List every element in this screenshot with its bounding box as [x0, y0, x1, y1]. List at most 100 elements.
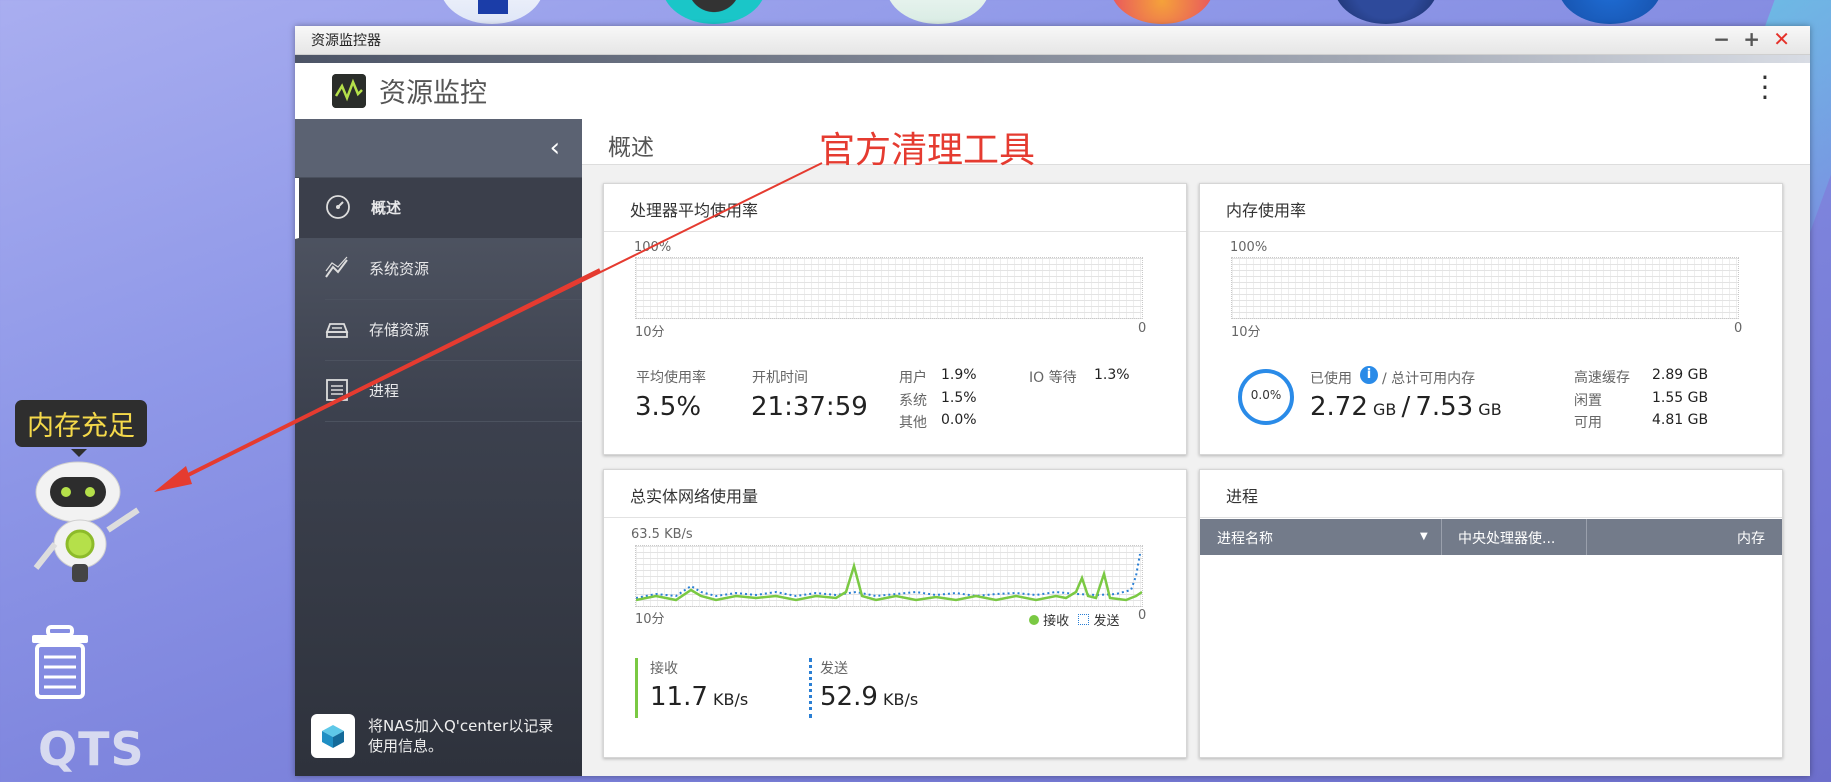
sort-arrow-icon[interactable]: ▼ [1420, 531, 1428, 542]
network-usage-panel: 总实体网络使用量 63.5 KB/s 10分 0 接收 发送 接收 11.7 K… [603, 469, 1187, 758]
avg-usage-label: 平均使用率 [636, 370, 706, 386]
chart-x-right-label: 0 [1138, 608, 1147, 623]
send-value: 52.9 [820, 682, 878, 712]
panel-title: 内存使用率 [1226, 201, 1307, 220]
app-title: 资源监控 [379, 78, 487, 109]
receive-value: 11.7 [650, 682, 708, 712]
collapse-sidebar-icon[interactable]: ‹ [550, 133, 560, 163]
sidebar-item-label: 系统资源 [369, 260, 430, 278]
receive-legend-label: 接收 [1043, 614, 1070, 629]
panel-header: 处理器平均使用率 [604, 184, 1186, 232]
panel-header: 进程 [1200, 470, 1782, 518]
main-header: 概述 官方清理工具 [582, 119, 1810, 171]
app-icon-2[interactable] [662, 0, 766, 24]
sidebar-item-label: 进程 [369, 382, 400, 400]
used-unit: GB [1372, 400, 1397, 419]
chart-y-top-label: 100% [1230, 240, 1268, 255]
chart-x-left-label: 10分 [635, 612, 665, 627]
sidebar-item-label: 概述 [371, 199, 402, 217]
send-legend-dot [1078, 614, 1090, 625]
io-wait-label: IO 等待 [1029, 370, 1077, 386]
cache-label: 高速缓存 [1574, 370, 1630, 386]
send-label: 发送 [820, 661, 848, 677]
network-chart [635, 545, 1143, 607]
chart-x-left-label: 10分 [635, 325, 665, 340]
trash-icon[interactable] [30, 625, 90, 700]
close-button[interactable]: ✕ [1773, 28, 1790, 50]
sidebar-item-overview[interactable]: 概述 [295, 178, 582, 239]
sidebar: ‹ 概述 系统资源 存储资源 进程 将NAS加入Q'center以记录使用信息。 [295, 119, 582, 776]
network-traffic-lines [636, 553, 1142, 602]
qcenter-text: 将NAS加入Q'center以记录使用信息。 [368, 717, 554, 755]
gauge-icon [326, 195, 350, 219]
send-bar [809, 658, 812, 718]
app-icon-3[interactable] [886, 0, 990, 24]
minimize-button[interactable]: − [1713, 28, 1730, 50]
chart-y-top-label: 63.5 KB/s [631, 527, 693, 542]
panel-title: 进程 [1226, 487, 1259, 506]
info-icon[interactable]: i [1360, 366, 1378, 384]
app-icon-1[interactable] [440, 0, 544, 24]
receive-legend-dot [1029, 615, 1039, 625]
window-titlebar[interactable]: 资源监控器 − + ✕ [295, 26, 1810, 55]
receive-value-group: 11.7 KB/s [650, 682, 748, 712]
panel-title: 总实体网络使用量 [630, 487, 759, 506]
total-value: 7.53 [1415, 392, 1474, 422]
used-value: 2.72 [1310, 392, 1368, 422]
memory-usage-panel: 内存使用率 100% 10分 0 0.0% 已使用 i / 总计可用内存 2.7… [1199, 183, 1783, 455]
uptime-label: 开机时间 [752, 370, 808, 386]
total-available-label: / 总计可用内存 [1382, 371, 1476, 387]
list-icon [326, 379, 348, 401]
free-value: 1.55 GB [1652, 390, 1709, 406]
title-band [295, 55, 1810, 63]
panel-header: 总实体网络使用量 [604, 470, 1186, 518]
panel-title: 处理器平均使用率 [630, 201, 759, 220]
sidebar-item-processes[interactable]: 进程 [325, 361, 582, 422]
app-icon-5[interactable] [1334, 0, 1438, 24]
user-label: 用户 [899, 370, 927, 386]
cpu-usage-panel: 处理器平均使用率 100% 10分 0 平均使用率 3.5% 开机时间 21:3… [603, 183, 1187, 455]
qcenter-link[interactable]: 将NAS加入Q'center以记录使用信息。 [311, 714, 568, 758]
app-header: 资源监控 · · · [295, 63, 1810, 120]
panel-header: 内存使用率 [1200, 184, 1782, 232]
storage-icon [325, 323, 349, 338]
chart-x-left-label: 10分 [1231, 325, 1261, 340]
column-process-name[interactable]: 进程名称 [1217, 528, 1273, 548]
avg-usage-value: 3.5% [635, 392, 702, 422]
sidebar-item-storage-resources[interactable]: 存储资源 [325, 300, 582, 361]
system-label: 系统 [899, 393, 927, 409]
sidebar-header: ‹ [295, 119, 582, 178]
chart-x-right-label: 0 [1734, 321, 1743, 336]
memory-chart [1231, 257, 1739, 319]
qcenter-icon [311, 714, 355, 758]
column-divider [1441, 519, 1442, 555]
robot-icon[interactable] [28, 460, 148, 590]
receive-unit: KB/s [712, 690, 749, 709]
app-icon-4[interactable] [1110, 0, 1214, 24]
annotation-label: 官方清理工具 [819, 130, 1036, 171]
receive-label: 接收 [650, 661, 678, 677]
separator: / [1401, 392, 1411, 422]
total-unit: GB [1478, 400, 1502, 419]
system-value: 1.5% [941, 390, 977, 406]
column-memory[interactable]: 内存 [1737, 528, 1765, 548]
io-wait-value: 1.3% [1094, 367, 1130, 383]
column-cpu-usage[interactable]: 中央处理器使... [1458, 528, 1555, 548]
memory-ring-value: 0.0% [1250, 388, 1282, 402]
sidebar-item-label: 存储资源 [369, 321, 430, 339]
sidebar-item-system-resources[interactable]: 系统资源 [325, 239, 582, 300]
maximize-button[interactable]: + [1743, 28, 1760, 50]
network-legend: 接收 发送 [1029, 610, 1119, 629]
memory-tooltip: 内存充足 [15, 400, 147, 457]
cpu-chart [635, 257, 1143, 319]
desktop-top-icons [0, 0, 1831, 25]
resource-monitor-window: 资源监控器 − + ✕ 资源监控 · · · ‹ 概述 系统资源 存储资源 进程… [295, 26, 1810, 776]
app-icon-6[interactable] [1558, 0, 1662, 24]
process-panel: 进程 进程名称 ▼ 中央处理器使... 内存 [1199, 469, 1783, 758]
receive-bar [635, 658, 638, 718]
other-value: 0.0% [941, 412, 977, 428]
more-options-icon[interactable]: · · · [1760, 64, 1770, 112]
column-divider [1586, 519, 1587, 555]
chart-y-top-label: 100% [634, 240, 672, 255]
send-unit: KB/s [882, 690, 919, 709]
